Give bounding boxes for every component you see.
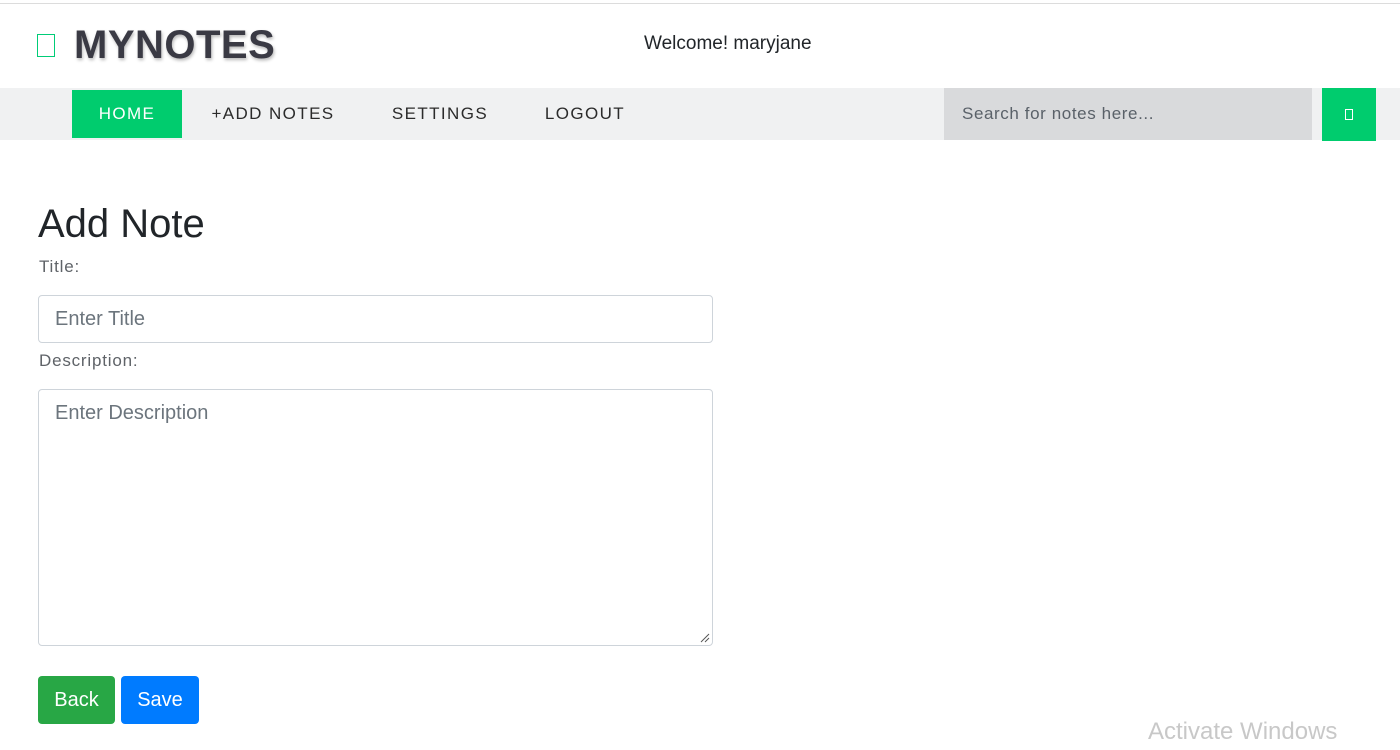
brand-logo-text[interactable]: MYNOTES xyxy=(74,22,275,68)
nav-add-notes[interactable]: +ADD NOTES xyxy=(207,90,339,138)
page: MYNOTES Welcome! maryjane HOME +ADD NOTE… xyxy=(0,0,1400,750)
description-label: Description: xyxy=(39,351,139,370)
save-button[interactable]: Save xyxy=(121,676,199,724)
nav-logout[interactable]: LOGOUT xyxy=(541,90,629,138)
nav-settings[interactable]: SETTINGS xyxy=(388,90,492,138)
search-icon xyxy=(1345,109,1353,120)
search-button[interactable] xyxy=(1322,88,1376,141)
activate-windows-watermark: Activate Windows xyxy=(1148,718,1338,745)
description-textarea[interactable] xyxy=(38,389,713,646)
note-icon xyxy=(37,34,55,57)
back-button[interactable]: Back xyxy=(38,676,115,724)
top-divider xyxy=(0,3,1400,4)
page-title: Add Note xyxy=(38,202,205,246)
title-label: Title: xyxy=(39,257,81,276)
search-input[interactable] xyxy=(944,88,1312,140)
resize-handle-icon[interactable] xyxy=(700,633,710,643)
navbar: HOME +ADD NOTES SETTINGS LOGOUT xyxy=(0,88,1400,141)
welcome-message: Welcome! maryjane xyxy=(644,33,812,54)
title-input[interactable] xyxy=(38,295,713,343)
nav-home[interactable]: HOME xyxy=(72,90,182,138)
